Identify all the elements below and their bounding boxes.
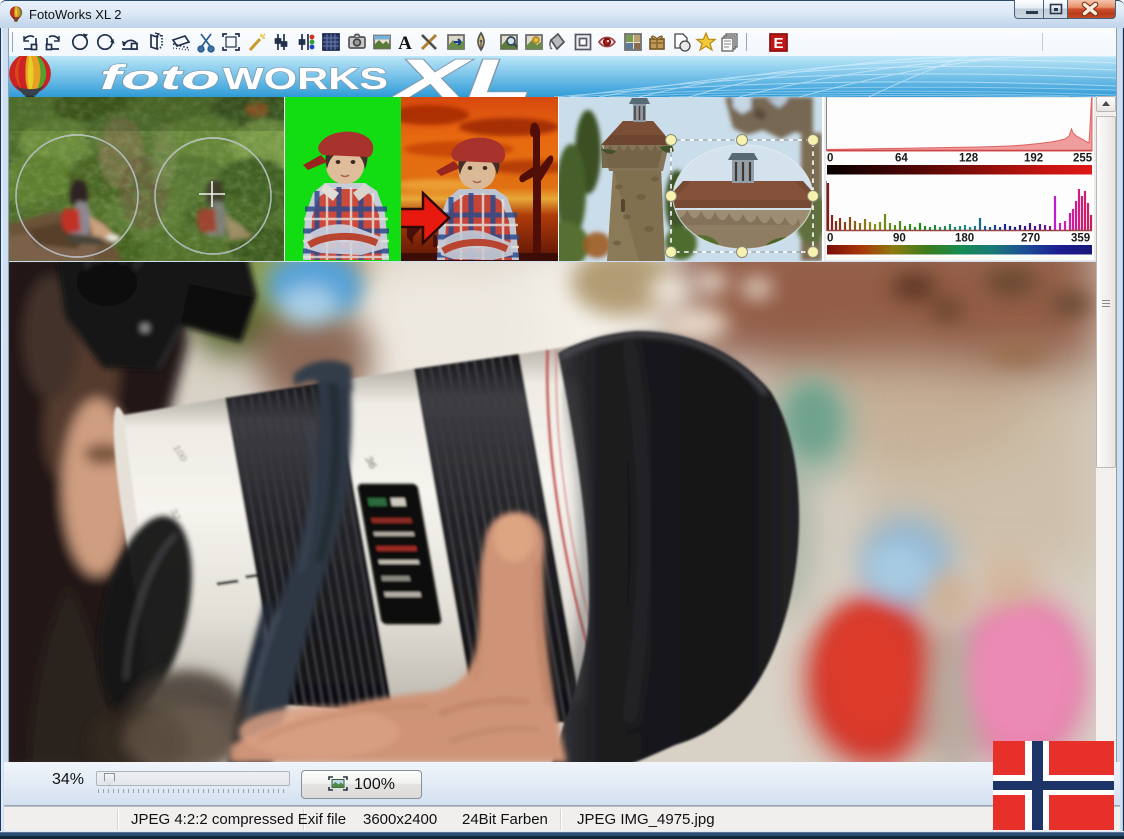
svg-text:180: 180 (955, 233, 974, 245)
svg-text:64: 64 (895, 153, 908, 165)
svg-text:E: E (773, 35, 783, 52)
svg-text:0: 0 (827, 153, 833, 165)
svg-text:foto: foto (100, 59, 220, 97)
svg-text:XL: XL (389, 56, 533, 97)
svg-text:359: 359 (1071, 233, 1090, 245)
svg-text:192: 192 (1024, 153, 1043, 165)
svg-text:A: A (398, 33, 412, 54)
svg-text:WORKS: WORKS (223, 61, 388, 96)
svg-text:0: 0 (827, 233, 833, 245)
svg-text:128: 128 (959, 153, 979, 165)
svg-text:255: 255 (1073, 153, 1093, 165)
svg-text:270: 270 (1021, 233, 1040, 245)
svg-text:90: 90 (893, 233, 906, 245)
